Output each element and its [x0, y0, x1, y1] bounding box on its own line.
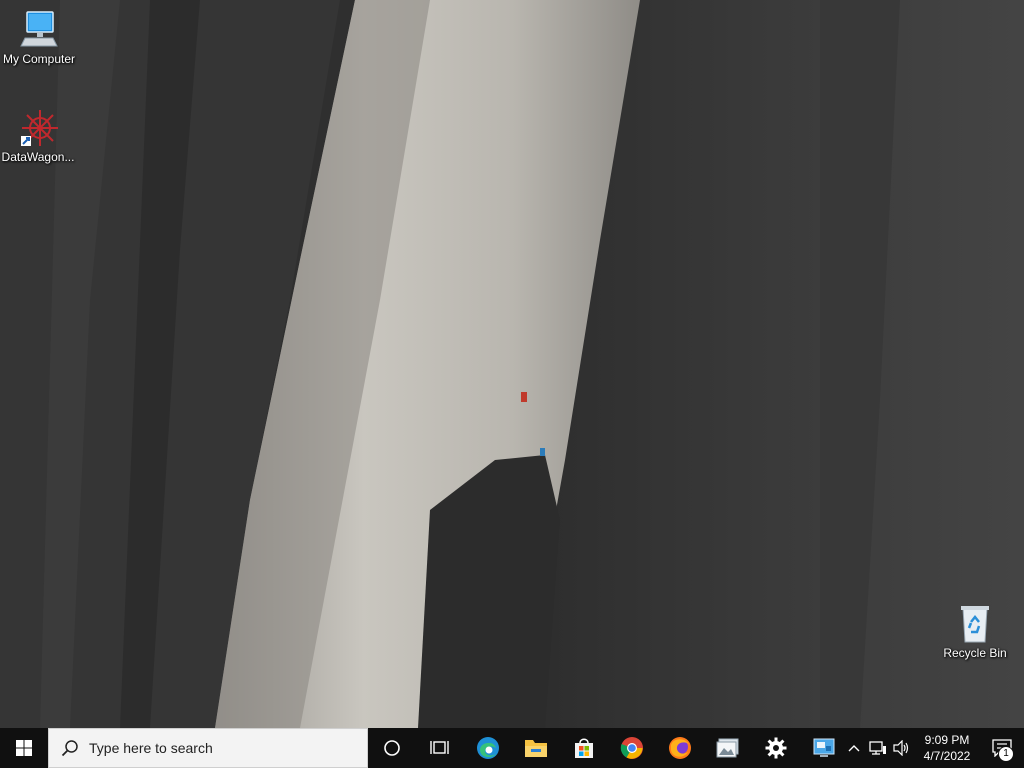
taskbar-chrome[interactable] [608, 728, 656, 768]
cortana-button[interactable] [368, 728, 416, 768]
clock[interactable]: 9:09 PM 4/7/2022 [914, 728, 980, 768]
remote-desktop-icon [813, 738, 835, 757]
show-hidden-icons-button[interactable] [842, 728, 866, 768]
task-view-icon [430, 741, 449, 754]
desktop-icon-my-computer[interactable]: My Computer [1, 10, 77, 66]
network-button[interactable] [866, 728, 890, 768]
desktop-icon-datawagon[interactable]: DataWagon... [0, 108, 76, 164]
taskbar-firefox[interactable] [656, 728, 704, 768]
windows-logo-icon [16, 740, 32, 756]
photos-icon [716, 738, 739, 758]
speaker-icon [893, 740, 909, 756]
edge-icon [477, 737, 499, 759]
network-icon [869, 741, 886, 755]
folder-icon [525, 740, 547, 757]
start-button[interactable] [0, 728, 48, 768]
taskbar-edge[interactable] [464, 728, 512, 768]
search-box[interactable] [48, 728, 368, 768]
taskbar-settings[interactable] [752, 728, 800, 768]
taskbar-remote-desktop[interactable] [800, 728, 848, 768]
monitor-icon [19, 10, 59, 50]
search-icon [61, 740, 78, 757]
firefox-icon [669, 737, 691, 759]
desktop-icon-label: DataWagon... [1, 150, 75, 164]
gear-icon [765, 737, 787, 759]
action-center-button[interactable]: 1 [980, 728, 1024, 768]
system-tray: 9:09 PM 4/7/2022 1 [842, 728, 1024, 768]
notification-count-badge: 1 [998, 746, 1014, 762]
taskbar-photos[interactable] [704, 728, 752, 768]
cortana-circle-icon [384, 740, 400, 756]
desktop-icon-label: My Computer [2, 52, 76, 66]
chevron-up-icon [848, 745, 860, 752]
task-view-button[interactable] [416, 728, 464, 768]
taskbar-file-explorer[interactable] [512, 728, 560, 768]
desktop-icon-recycle-bin[interactable]: Recycle Bin [937, 604, 1013, 660]
taskbar: 9:09 PM 4/7/2022 1 [0, 728, 1024, 768]
store-icon [575, 738, 593, 758]
search-input[interactable] [87, 739, 341, 757]
recycle-bin-icon [955, 604, 995, 644]
clock-time: 9:09 PM [924, 733, 970, 747]
taskbar-store[interactable] [560, 728, 608, 768]
clock-date: 4/7/2022 [923, 749, 971, 763]
chrome-icon [620, 737, 643, 759]
datawagon-icon [18, 108, 58, 148]
desktop-icon-label: Recycle Bin [943, 646, 1007, 660]
volume-button[interactable] [890, 728, 914, 768]
desktop-wallpaper [0, 0, 1024, 728]
